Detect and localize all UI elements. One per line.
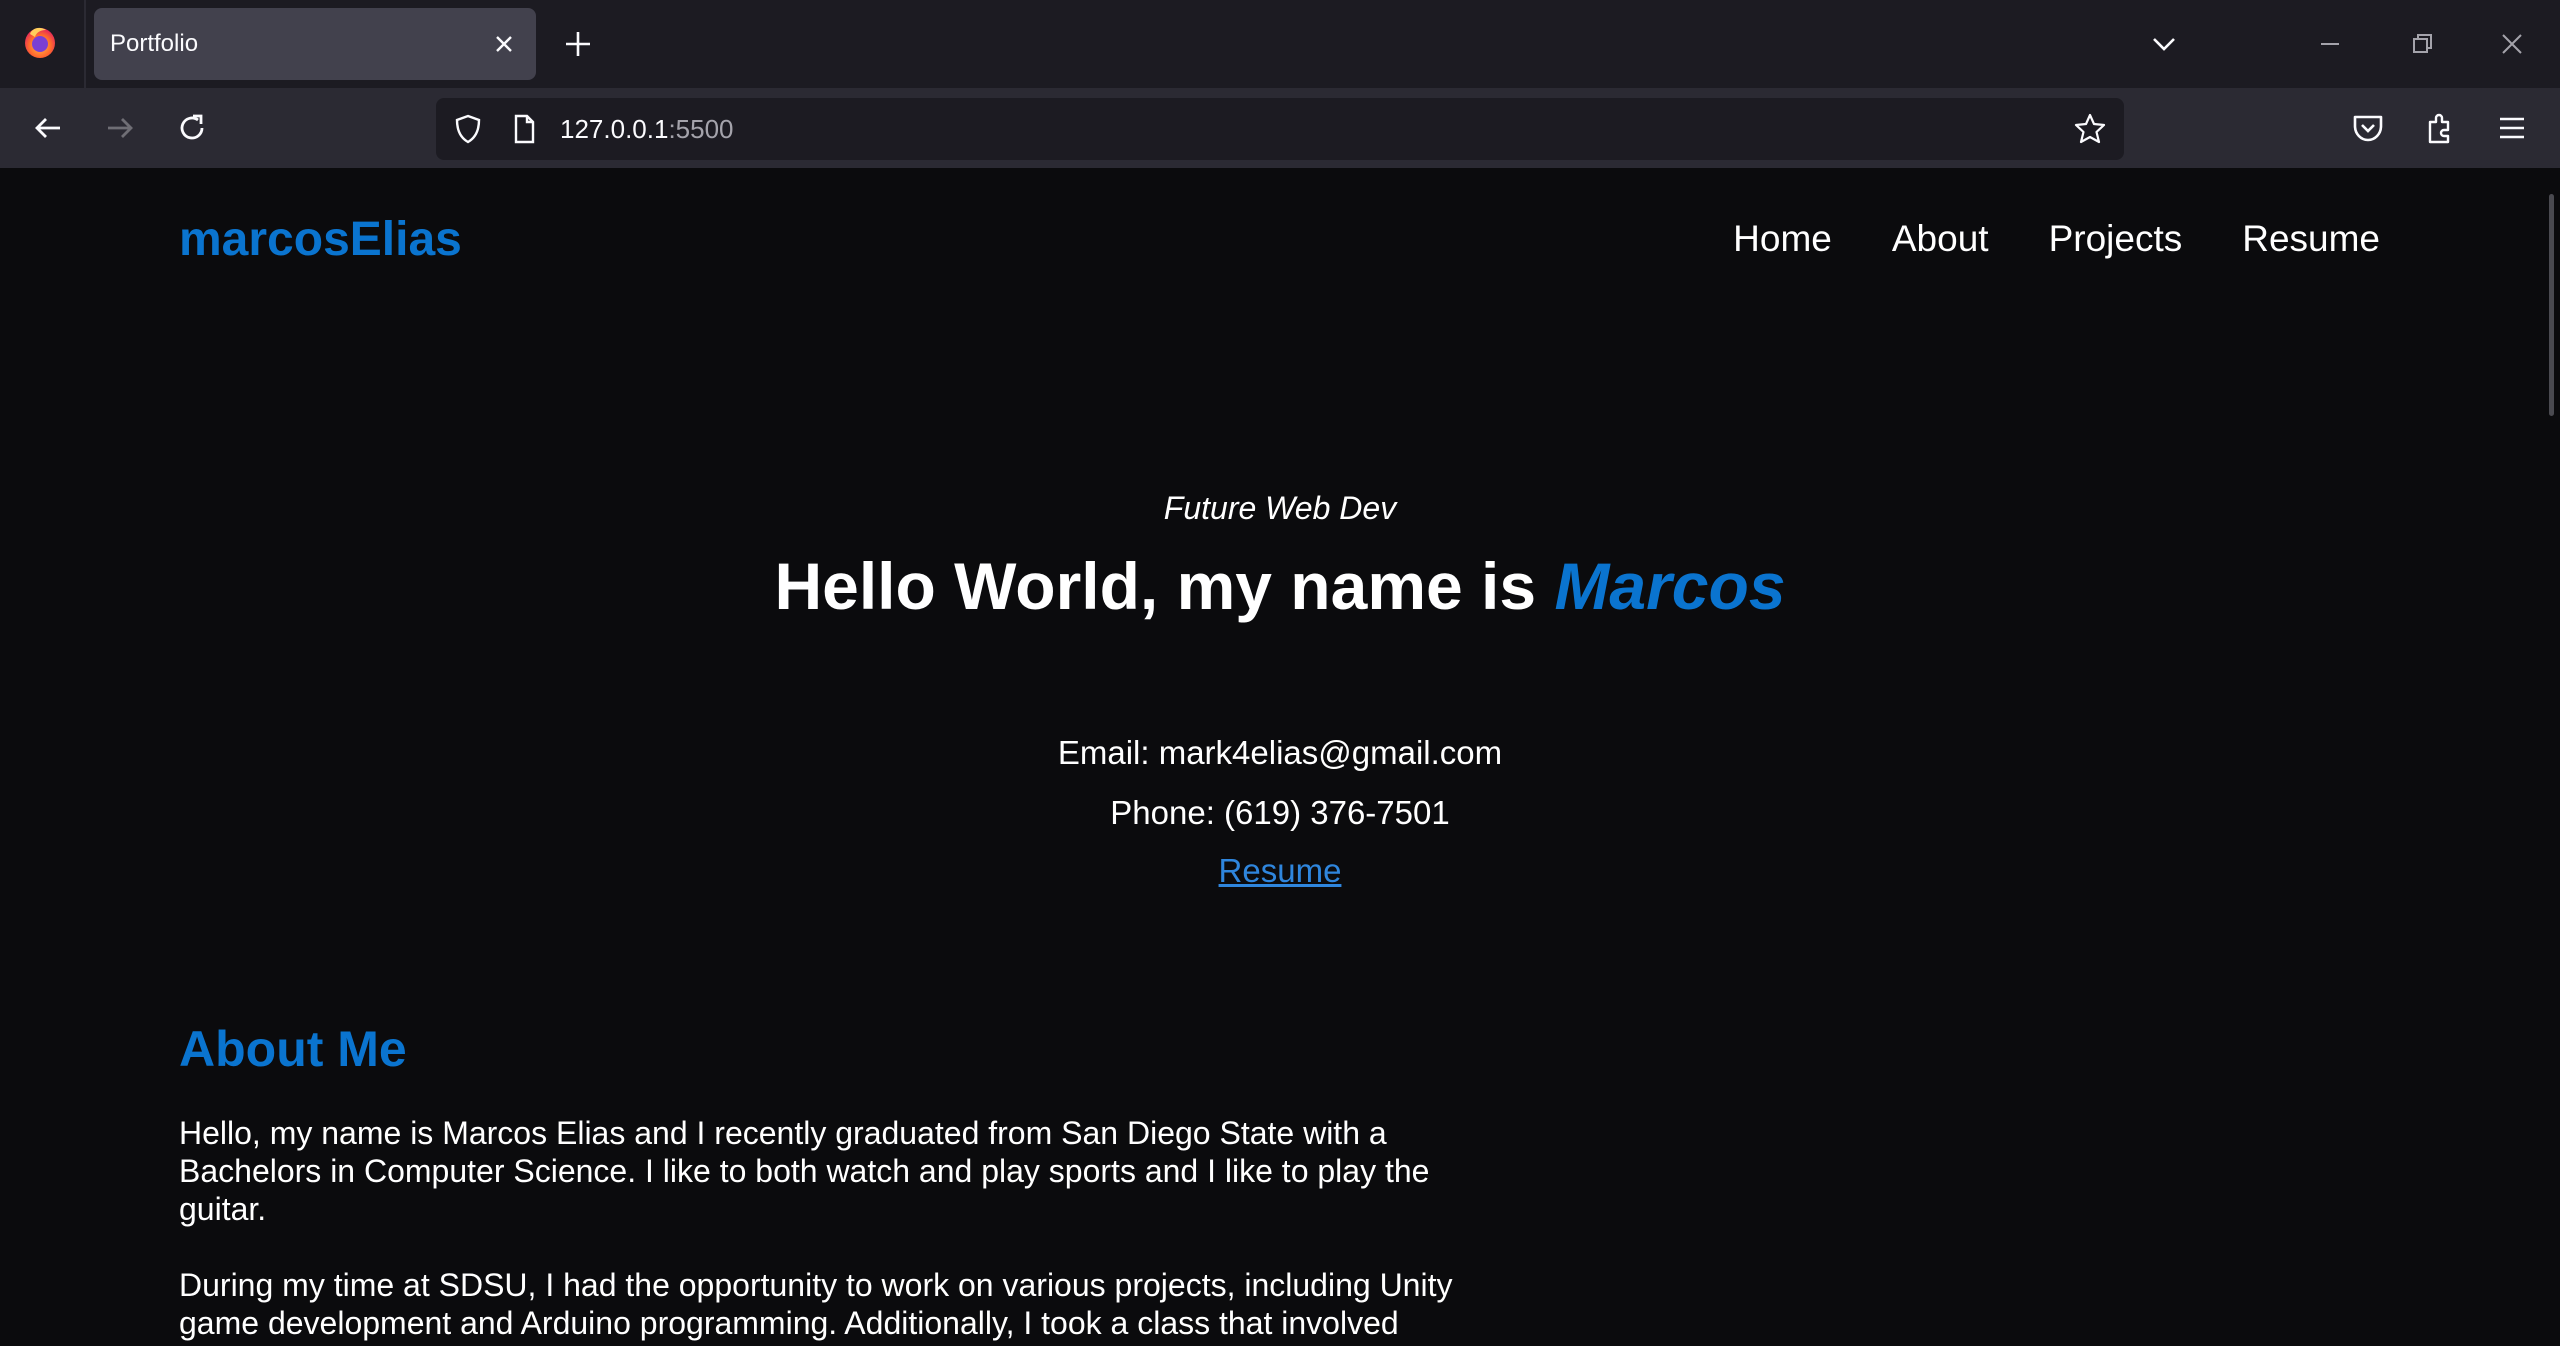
site-brand-logo[interactable]: marcosElias — [179, 212, 462, 267]
url-port: :5500 — [668, 114, 734, 144]
chevron-down-icon[interactable] — [2146, 26, 2182, 62]
resume-link-wrapper: Resume — [0, 852, 2560, 890]
about-paragraph-1-line-2: Bachelors in Computer Science. I like to… — [179, 1153, 1430, 1189]
url-host: 127.0.0.1 — [560, 114, 669, 144]
firefox-logo-icon[interactable] — [22, 24, 58, 60]
about-paragraph-2-line-2: game development and Arduino programming… — [179, 1305, 1399, 1341]
active-tab[interactable]: Portfolio — [94, 8, 536, 80]
about-paragraph-1-line-3: guitar. — [179, 1191, 267, 1227]
browser-tab-bar: Portfolio — [0, 0, 2560, 88]
close-icon[interactable] — [486, 26, 522, 62]
scrollbar-thumb[interactable] — [2549, 194, 2554, 416]
site-nav: Home About Projects Resume — [1733, 218, 2380, 260]
hero-subtitle: Future Web Dev — [1163, 490, 1397, 526]
pocket-icon[interactable] — [2348, 108, 2388, 148]
hero-title-name: Marcos — [1554, 549, 1786, 623]
menu-icon[interactable] — [2492, 108, 2532, 148]
shield-icon[interactable] — [450, 111, 486, 147]
hero-title-prefix: Hello World, my name is — [774, 549, 1555, 623]
address-bar[interactable]: 127.0.0.1:5500 — [436, 98, 2124, 160]
minimize-icon[interactable] — [2312, 26, 2348, 62]
window-close-icon[interactable] — [2494, 26, 2530, 62]
plus-icon[interactable] — [560, 26, 596, 62]
tab-separator — [84, 0, 86, 88]
hero-title: Hello World, my name is Marcos — [0, 548, 2560, 624]
page-icon[interactable] — [506, 111, 542, 147]
star-icon[interactable] — [2072, 111, 2108, 147]
resume-link[interactable]: Resume — [1219, 852, 1342, 889]
about-heading: About Me — [179, 1021, 407, 1077]
restore-icon[interactable] — [2404, 26, 2440, 62]
contact-email: Email: mark4elias@gmail.com — [1057, 734, 1503, 771]
tab-title: Portfolio — [110, 30, 199, 57]
back-icon[interactable] — [28, 108, 68, 148]
browser-toolbar: 127.0.0.1:5500 — [0, 88, 2560, 168]
forward-icon[interactable] — [100, 108, 140, 148]
extensions-icon[interactable] — [2420, 108, 2460, 148]
contact-phone: Phone: (619) 376-7501 — [1110, 794, 1450, 831]
nav-link-home[interactable]: Home — [1733, 218, 1832, 260]
nav-link-projects[interactable]: Projects — [2049, 218, 2183, 260]
nav-link-about[interactable]: About — [1892, 218, 1989, 260]
page-viewport: marcosElias Home About Projects Resume F… — [0, 168, 2560, 1346]
about-paragraph-1-line-1: Hello, my name is Marcos Elias and I rec… — [179, 1115, 1387, 1151]
about-paragraph-2-line-1: During my time at SDSU, I had the opport… — [179, 1267, 1453, 1303]
reload-icon[interactable] — [172, 108, 212, 148]
url-text[interactable]: 127.0.0.1:5500 — [560, 98, 734, 160]
nav-link-resume[interactable]: Resume — [2242, 218, 2380, 260]
